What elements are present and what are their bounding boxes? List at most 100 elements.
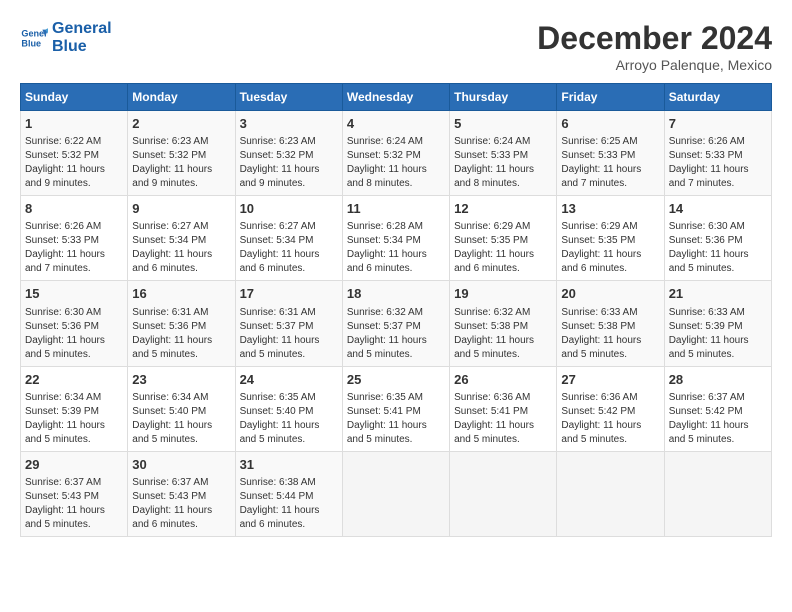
week-row: 29 Sunrise: 6:37 AM Sunset: 5:43 PM Dayl… <box>21 451 772 536</box>
daylight-text: Daylight: 11 hours and 5 minutes. <box>561 335 641 360</box>
calendar-cell: 24 Sunrise: 6:35 AM Sunset: 5:40 PM Dayl… <box>235 366 342 451</box>
day-number: 16 <box>132 285 230 303</box>
day-number: 13 <box>561 200 659 218</box>
header-row: SundayMondayTuesdayWednesdayThursdayFrid… <box>21 84 772 111</box>
day-number: 5 <box>454 115 552 133</box>
calendar-cell: 8 Sunrise: 6:26 AM Sunset: 5:33 PM Dayli… <box>21 196 128 281</box>
day-number: 26 <box>454 371 552 389</box>
calendar-cell: 7 Sunrise: 6:26 AM Sunset: 5:33 PM Dayli… <box>664 111 771 196</box>
sunrise-text: Sunrise: 6:26 AM <box>669 136 745 147</box>
sunrise-text: Sunrise: 6:23 AM <box>132 136 208 147</box>
sunset-text: Sunset: 5:37 PM <box>240 321 314 332</box>
daylight-text: Daylight: 11 hours and 6 minutes. <box>132 505 212 530</box>
day-number: 25 <box>347 371 445 389</box>
daylight-text: Daylight: 11 hours and 5 minutes. <box>132 335 212 360</box>
sunset-text: Sunset: 5:34 PM <box>132 235 206 246</box>
sunset-text: Sunset: 5:33 PM <box>669 150 743 161</box>
sunrise-text: Sunrise: 6:24 AM <box>454 136 530 147</box>
sunrise-text: Sunrise: 6:36 AM <box>454 392 530 403</box>
daylight-text: Daylight: 11 hours and 8 minutes. <box>454 164 534 189</box>
sunset-text: Sunset: 5:38 PM <box>454 321 528 332</box>
sunset-text: Sunset: 5:37 PM <box>347 321 421 332</box>
calendar-cell: 14 Sunrise: 6:30 AM Sunset: 5:36 PM Dayl… <box>664 196 771 281</box>
sunrise-text: Sunrise: 6:31 AM <box>132 307 208 318</box>
logo-icon: General Blue <box>20 24 48 52</box>
sunrise-text: Sunrise: 6:37 AM <box>132 477 208 488</box>
day-number: 29 <box>25 456 123 474</box>
sunset-text: Sunset: 5:34 PM <box>347 235 421 246</box>
sunset-text: Sunset: 5:38 PM <box>561 321 635 332</box>
day-number: 24 <box>240 371 338 389</box>
calendar-cell: 17 Sunrise: 6:31 AM Sunset: 5:37 PM Dayl… <box>235 281 342 366</box>
sunrise-text: Sunrise: 6:35 AM <box>347 392 423 403</box>
daylight-text: Daylight: 11 hours and 6 minutes. <box>347 249 427 274</box>
sunset-text: Sunset: 5:35 PM <box>561 235 635 246</box>
daylight-text: Daylight: 11 hours and 9 minutes. <box>25 164 105 189</box>
sunrise-text: Sunrise: 6:34 AM <box>25 392 101 403</box>
day-number: 27 <box>561 371 659 389</box>
daylight-text: Daylight: 11 hours and 7 minutes. <box>669 164 749 189</box>
daylight-text: Daylight: 11 hours and 5 minutes. <box>25 335 105 360</box>
day-number: 31 <box>240 456 338 474</box>
calendar-cell: 15 Sunrise: 6:30 AM Sunset: 5:36 PM Dayl… <box>21 281 128 366</box>
day-number: 18 <box>347 285 445 303</box>
sunrise-text: Sunrise: 6:30 AM <box>25 307 101 318</box>
daylight-text: Daylight: 11 hours and 8 minutes. <box>347 164 427 189</box>
day-number: 28 <box>669 371 767 389</box>
daylight-text: Daylight: 11 hours and 7 minutes. <box>561 164 641 189</box>
header-cell-tuesday: Tuesday <box>235 84 342 111</box>
sunset-text: Sunset: 5:40 PM <box>240 406 314 417</box>
daylight-text: Daylight: 11 hours and 6 minutes. <box>240 249 320 274</box>
header-cell-wednesday: Wednesday <box>342 84 449 111</box>
day-number: 15 <box>25 285 123 303</box>
sunset-text: Sunset: 5:39 PM <box>25 406 99 417</box>
daylight-text: Daylight: 11 hours and 6 minutes. <box>240 505 320 530</box>
sunrise-text: Sunrise: 6:23 AM <box>240 136 316 147</box>
calendar-cell: 11 Sunrise: 6:28 AM Sunset: 5:34 PM Dayl… <box>342 196 449 281</box>
sunrise-text: Sunrise: 6:27 AM <box>132 221 208 232</box>
calendar-cell: 18 Sunrise: 6:32 AM Sunset: 5:37 PM Dayl… <box>342 281 449 366</box>
daylight-text: Daylight: 11 hours and 5 minutes. <box>454 335 534 360</box>
sunset-text: Sunset: 5:32 PM <box>132 150 206 161</box>
week-row: 1 Sunrise: 6:22 AM Sunset: 5:32 PM Dayli… <box>21 111 772 196</box>
day-number: 9 <box>132 200 230 218</box>
sunrise-text: Sunrise: 6:36 AM <box>561 392 637 403</box>
sunrise-text: Sunrise: 6:32 AM <box>454 307 530 318</box>
logo: General Blue General Blue <box>20 20 112 55</box>
header-cell-sunday: Sunday <box>21 84 128 111</box>
sunrise-text: Sunrise: 6:29 AM <box>454 221 530 232</box>
header-cell-saturday: Saturday <box>664 84 771 111</box>
day-number: 21 <box>669 285 767 303</box>
calendar-cell: 26 Sunrise: 6:36 AM Sunset: 5:41 PM Dayl… <box>450 366 557 451</box>
sunrise-text: Sunrise: 6:32 AM <box>347 307 423 318</box>
calendar-cell: 20 Sunrise: 6:33 AM Sunset: 5:38 PM Dayl… <box>557 281 664 366</box>
calendar-cell: 31 Sunrise: 6:38 AM Sunset: 5:44 PM Dayl… <box>235 451 342 536</box>
calendar-cell <box>664 451 771 536</box>
sunset-text: Sunset: 5:36 PM <box>669 235 743 246</box>
sunset-text: Sunset: 5:33 PM <box>561 150 635 161</box>
daylight-text: Daylight: 11 hours and 6 minutes. <box>561 249 641 274</box>
daylight-text: Daylight: 11 hours and 5 minutes. <box>240 420 320 445</box>
calendar-cell: 16 Sunrise: 6:31 AM Sunset: 5:36 PM Dayl… <box>128 281 235 366</box>
sunrise-text: Sunrise: 6:33 AM <box>561 307 637 318</box>
sunrise-text: Sunrise: 6:29 AM <box>561 221 637 232</box>
sunset-text: Sunset: 5:33 PM <box>454 150 528 161</box>
sunrise-text: Sunrise: 6:26 AM <box>25 221 101 232</box>
sunset-text: Sunset: 5:32 PM <box>25 150 99 161</box>
daylight-text: Daylight: 11 hours and 5 minutes. <box>561 420 641 445</box>
day-number: 1 <box>25 115 123 133</box>
daylight-text: Daylight: 11 hours and 5 minutes. <box>240 335 320 360</box>
day-number: 30 <box>132 456 230 474</box>
calendar-cell: 5 Sunrise: 6:24 AM Sunset: 5:33 PM Dayli… <box>450 111 557 196</box>
sunrise-text: Sunrise: 6:28 AM <box>347 221 423 232</box>
daylight-text: Daylight: 11 hours and 5 minutes. <box>454 420 534 445</box>
sunset-text: Sunset: 5:42 PM <box>561 406 635 417</box>
sunset-text: Sunset: 5:40 PM <box>132 406 206 417</box>
week-row: 8 Sunrise: 6:26 AM Sunset: 5:33 PM Dayli… <box>21 196 772 281</box>
week-row: 15 Sunrise: 6:30 AM Sunset: 5:36 PM Dayl… <box>21 281 772 366</box>
sunset-text: Sunset: 5:36 PM <box>25 321 99 332</box>
day-number: 2 <box>132 115 230 133</box>
calendar-cell <box>342 451 449 536</box>
svg-text:Blue: Blue <box>21 38 41 48</box>
sunset-text: Sunset: 5:39 PM <box>669 321 743 332</box>
